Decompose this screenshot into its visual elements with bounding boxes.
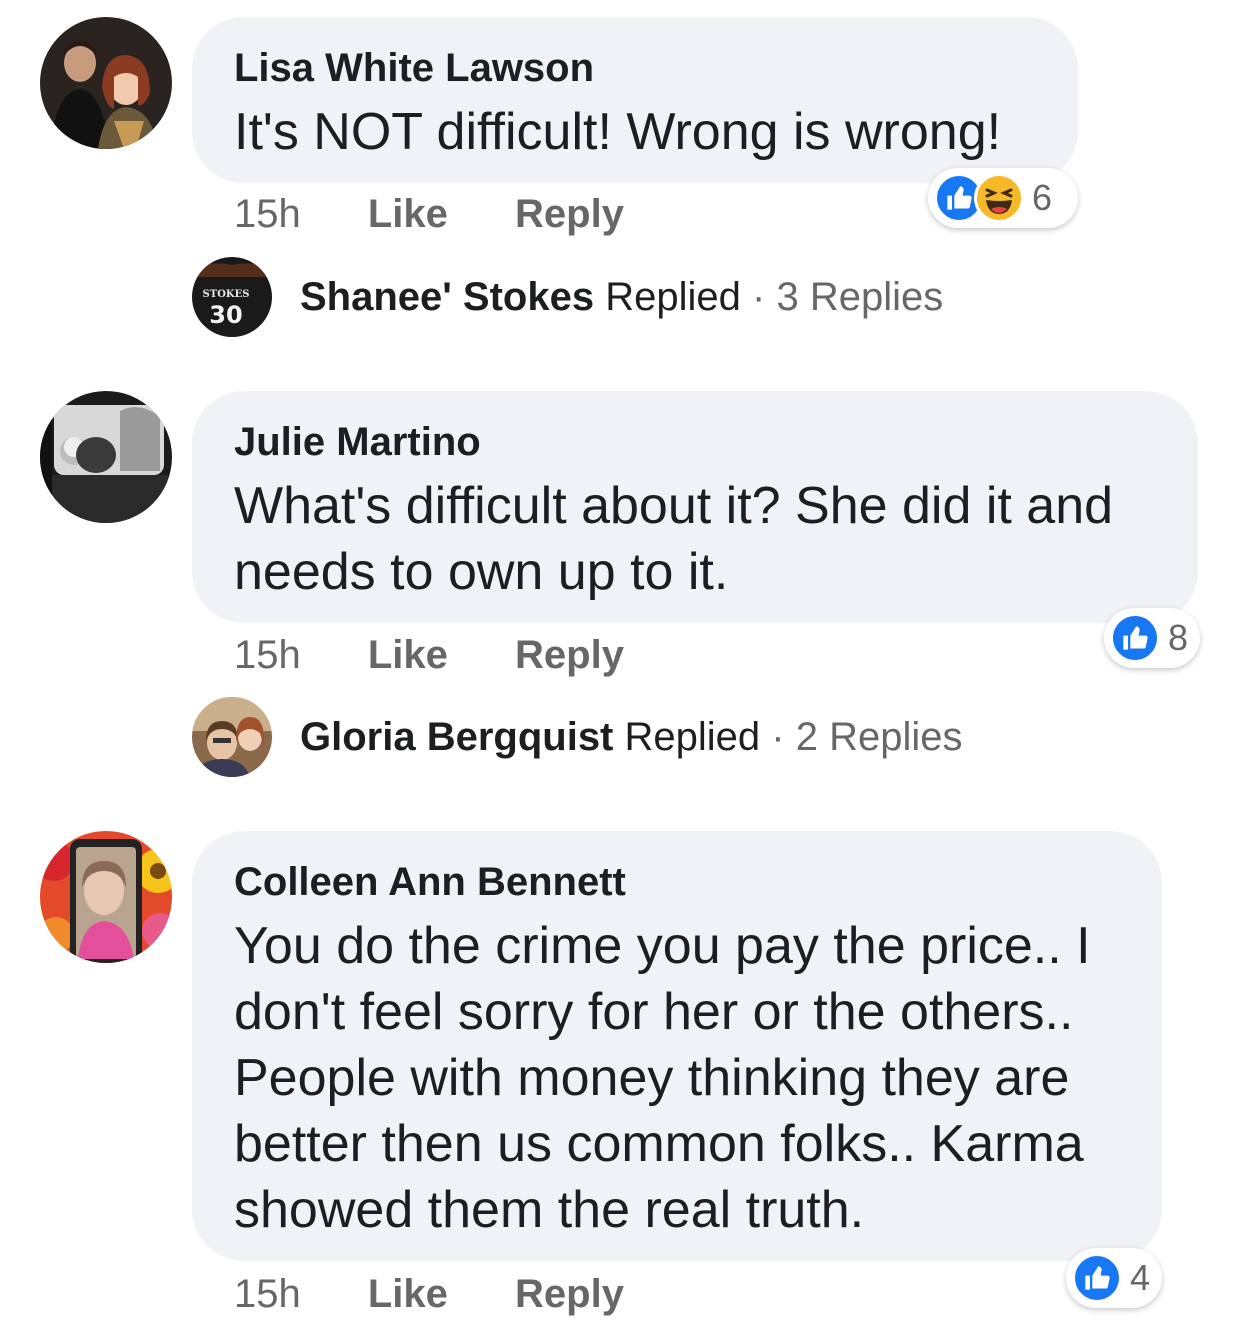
replies-summary[interactable]: Shanee' Stokes Replied · 3 Replies — [300, 275, 943, 320]
profile-photo-icon — [40, 17, 172, 149]
comment-bubble: Colleen Ann Bennett You do the crime you… — [192, 831, 1162, 1261]
reaction-summary[interactable]: 6 — [928, 168, 1078, 228]
replies-summary[interactable]: Gloria Bergquist Replied · 2 Replies — [300, 715, 963, 760]
comment-actions: 15h Like Reply — [234, 192, 680, 237]
profile-photo-icon — [192, 697, 272, 777]
reply-avatar: STOKES 30 — [192, 257, 272, 337]
avatar[interactable] — [40, 391, 172, 523]
comment-timestamp[interactable]: 15h — [234, 192, 301, 236]
comment-timestamp[interactable]: 15h — [234, 1272, 301, 1316]
comment-timestamp[interactable]: 15h — [234, 633, 301, 677]
replied-label: Replied — [605, 274, 741, 319]
reaction-summary[interactable]: 4 — [1066, 1248, 1162, 1308]
jersey-number: 30 — [209, 301, 242, 329]
reply-button[interactable]: Reply — [515, 192, 624, 236]
avatar[interactable] — [40, 831, 172, 963]
reaction-count: 6 — [1032, 177, 1053, 218]
avatar[interactable] — [40, 17, 172, 149]
reaction-count: 4 — [1130, 1257, 1151, 1298]
like-reaction-icon — [1110, 613, 1160, 663]
reply-button[interactable]: Reply — [515, 1272, 624, 1316]
comment-author[interactable]: Lisa White Lawson — [234, 43, 1038, 93]
reply-author[interactable]: Gloria Bergquist — [300, 715, 613, 759]
comment-actions: 15h Like Reply — [234, 633, 680, 678]
comment-bubble: Julie Martino What's difficult about it?… — [192, 391, 1198, 623]
profile-photo-icon — [40, 391, 172, 523]
view-replies-link[interactable]: STOKES 30 Shanee' Stokes Replied · 3 Rep… — [192, 257, 943, 337]
reply-author[interactable]: Shanee' Stokes — [300, 275, 594, 319]
comment-text: What's difficult about it? She did it an… — [234, 477, 1114, 601]
comment-author[interactable]: Colleen Ann Bennett — [234, 857, 1122, 907]
comment-author[interactable]: Julie Martino — [234, 417, 1158, 467]
replied-label: Replied — [624, 714, 761, 759]
haha-reaction-icon — [974, 173, 1024, 223]
reaction-count: 8 — [1168, 617, 1189, 658]
like-reaction-icon — [1072, 1253, 1122, 1303]
like-button[interactable]: Like — [368, 1272, 448, 1316]
profile-photo-icon — [40, 831, 172, 963]
like-button[interactable]: Like — [368, 192, 448, 236]
replies-count[interactable]: 3 Replies — [776, 275, 943, 319]
replies-count[interactable]: 2 Replies — [796, 715, 963, 759]
separator: · — [771, 714, 785, 759]
jersey-name: STOKES — [203, 289, 250, 300]
reply-avatar — [192, 697, 272, 777]
reaction-summary[interactable]: 8 — [1104, 608, 1200, 668]
view-replies-link[interactable]: Gloria Bergquist Replied · 2 Replies — [192, 697, 963, 777]
comment-text: You do the crime you pay the price.. I d… — [234, 917, 1091, 1239]
jersey-icon: STOKES 30 — [192, 257, 272, 337]
like-button[interactable]: Like — [368, 633, 448, 677]
comment-text: It's NOT difficult! Wrong is wrong! — [234, 103, 1002, 161]
reply-button[interactable]: Reply — [515, 633, 624, 677]
comment-bubble: Lisa White Lawson It's NOT difficult! Wr… — [192, 17, 1078, 183]
comment-actions: 15h Like Reply — [234, 1272, 680, 1317]
separator: · — [752, 274, 766, 319]
